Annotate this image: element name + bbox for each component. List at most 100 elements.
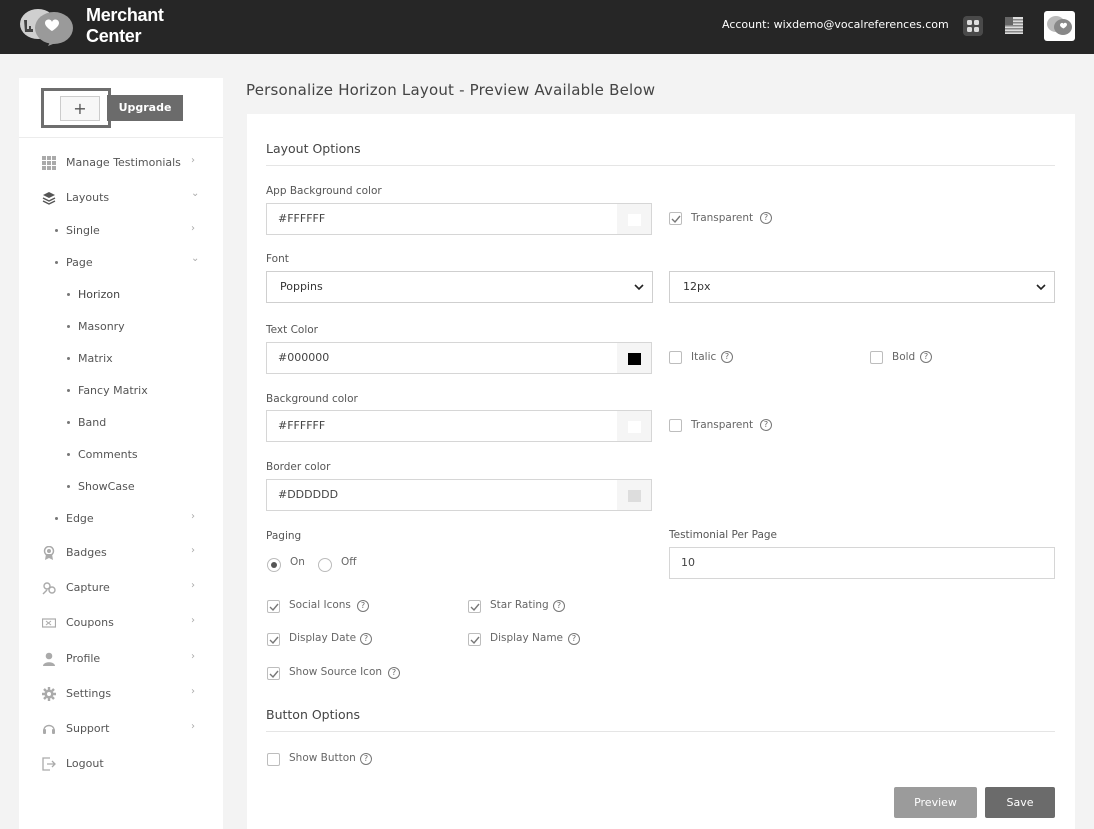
- bg-color-input[interactable]: #FFFFFF: [266, 410, 618, 442]
- check-icon: [671, 215, 681, 224]
- font-family-value: Poppins: [280, 280, 323, 293]
- bullet-icon: [55, 517, 58, 520]
- italic-checkbox[interactable]: [669, 351, 682, 364]
- sidebar-item-page[interactable]: Page ⌄: [19, 248, 223, 278]
- check-icon: [470, 603, 480, 612]
- sidebar-item-manage-testimonials[interactable]: Manage Testimonials ›: [19, 148, 223, 178]
- avatar[interactable]: [1044, 11, 1075, 41]
- bullet-icon: [67, 357, 70, 360]
- text-color-picker[interactable]: [617, 342, 652, 374]
- help-icon[interactable]: ?: [553, 600, 565, 612]
- sidebar-item-label: Comments: [78, 448, 138, 461]
- sidebar-item-label: ShowCase: [78, 480, 135, 493]
- app-bg-transparent-checkbox[interactable]: [669, 212, 682, 225]
- sidebar-item-single[interactable]: Single ›: [19, 216, 223, 246]
- show-button-checkbox[interactable]: [267, 753, 280, 766]
- paging-on-radio[interactable]: [267, 558, 281, 572]
- font-family-select[interactable]: Poppins: [266, 271, 653, 303]
- app-bg-label: App Background color: [266, 185, 382, 197]
- chevron-right-icon: ›: [191, 511, 195, 522]
- bullet-icon: [67, 389, 70, 392]
- user-icon: [43, 652, 55, 666]
- gear-icon: [42, 687, 56, 701]
- bullet-icon: [55, 229, 58, 232]
- check-icon: [269, 603, 279, 612]
- paging-off-label: Off: [341, 556, 357, 568]
- check-icon: [470, 636, 480, 645]
- sidebar-item-settings[interactable]: Settings ›: [19, 679, 223, 709]
- border-color-input[interactable]: #DDDDDD: [266, 479, 618, 511]
- help-icon[interactable]: ?: [568, 633, 580, 645]
- display-date-checkbox[interactable]: [267, 633, 280, 646]
- chevron-right-icon: ›: [191, 686, 195, 697]
- sidebar-item-matrix[interactable]: Matrix: [19, 344, 223, 374]
- layout-options-card: Layout Options App Background color #FFF…: [247, 114, 1075, 829]
- sidebar-item-capture[interactable]: Capture ›: [19, 573, 223, 603]
- account-email[interactable]: Account: wixdemo@vocalreferences.com: [722, 18, 949, 31]
- bold-checkbox[interactable]: [870, 351, 883, 364]
- paging-label: Paging: [266, 530, 302, 542]
- social-icons-checkbox[interactable]: [267, 600, 280, 613]
- bg-color-picker[interactable]: [617, 410, 652, 442]
- preview-button[interactable]: Preview: [894, 787, 977, 818]
- sidebar-item-comments[interactable]: Comments: [19, 440, 223, 470]
- app-bg-color-picker[interactable]: [617, 203, 652, 235]
- help-icon[interactable]: ?: [360, 633, 372, 645]
- border-color-picker[interactable]: [617, 479, 652, 511]
- logo-icon[interactable]: [18, 6, 76, 48]
- sidebar-item-showcase[interactable]: ShowCase: [19, 472, 223, 502]
- sidebar-item-label: Manage Testimonials: [66, 156, 181, 169]
- font-size-select[interactable]: 12px: [669, 271, 1055, 303]
- apps-icon[interactable]: [963, 16, 983, 36]
- help-icon[interactable]: ?: [721, 351, 733, 363]
- app-bg-color-input[interactable]: #FFFFFF: [266, 203, 618, 235]
- logout-icon: [42, 757, 56, 771]
- save-button[interactable]: Save: [985, 787, 1055, 818]
- support-icon: [43, 724, 55, 734]
- sidebar-item-label: Support: [66, 722, 110, 735]
- help-icon[interactable]: ?: [360, 753, 372, 765]
- help-icon[interactable]: ?: [760, 212, 772, 224]
- add-button[interactable]: +: [41, 88, 111, 128]
- sidebar-item-band[interactable]: Band: [19, 408, 223, 438]
- help-icon[interactable]: ?: [357, 600, 369, 612]
- bg-transparent-checkbox[interactable]: [669, 419, 682, 432]
- chevron-right-icon: ›: [191, 721, 195, 732]
- sidebar-item-profile[interactable]: Profile ›: [19, 644, 223, 674]
- show-source-icon-checkbox[interactable]: [267, 667, 280, 680]
- help-icon[interactable]: ?: [760, 419, 772, 431]
- sidebar-item-label: Settings: [66, 687, 112, 700]
- sidebar-item-masonry[interactable]: Masonry: [19, 312, 223, 342]
- sidebar-item-badges[interactable]: Badges ›: [19, 538, 223, 568]
- star-rating-checkbox[interactable]: [468, 600, 481, 613]
- sidebar-item-support[interactable]: Support ›: [19, 714, 223, 744]
- section-title-layout-options: Layout Options: [266, 141, 361, 156]
- section-divider: [266, 731, 1055, 732]
- bullet-icon: [67, 485, 70, 488]
- sidebar-item-fancy-matrix[interactable]: Fancy Matrix: [19, 376, 223, 406]
- sidebar-item-coupons[interactable]: Coupons ›: [19, 608, 223, 638]
- bullet-icon: [67, 293, 70, 296]
- sidebar-item-label: Band: [78, 416, 107, 429]
- text-color-label: Text Color: [266, 324, 318, 336]
- coupon-icon: [42, 618, 56, 628]
- paging-off-radio[interactable]: [318, 558, 332, 572]
- sidebar-item-horizon[interactable]: Horizon: [19, 280, 223, 310]
- sidebar-item-label: Edge: [66, 512, 94, 525]
- top-bar: Merchant Center Account: wixdemo@vocalre…: [0, 0, 1094, 54]
- sidebar-item-edge[interactable]: Edge ›: [19, 504, 223, 534]
- text-color-input[interactable]: #000000: [266, 342, 618, 374]
- help-icon[interactable]: ?: [388, 667, 400, 679]
- sidebar-item-layouts[interactable]: Layouts ⌄: [19, 183, 223, 213]
- sidebar-item-label: Capture: [66, 581, 110, 594]
- flag-icon[interactable]: [1005, 17, 1023, 34]
- display-name-checkbox[interactable]: [468, 633, 481, 646]
- sidebar-item-logout[interactable]: Logout: [19, 749, 223, 779]
- per-page-label: Testimonial Per Page: [669, 529, 777, 541]
- sidebar: + Upgrade Manage Testimonials › Layouts …: [19, 78, 223, 829]
- brand-title: Merchant Center: [86, 5, 164, 47]
- chevron-right-icon: ›: [191, 580, 195, 591]
- per-page-input[interactable]: 10: [669, 547, 1055, 579]
- upgrade-button[interactable]: Upgrade: [107, 95, 183, 121]
- help-icon[interactable]: ?: [920, 351, 932, 363]
